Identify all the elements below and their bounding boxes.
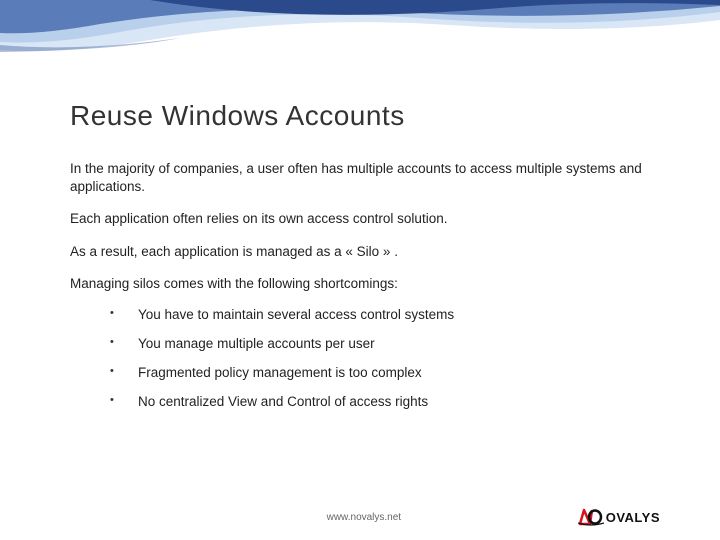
paragraph: Managing silos comes with the following … xyxy=(70,275,650,293)
logo-mark-icon xyxy=(578,508,604,526)
novalys-logo: OVALYS xyxy=(578,508,660,526)
slide-title: Reuse Windows Accounts xyxy=(70,100,650,132)
logo-text: OVALYS xyxy=(606,510,660,525)
paragraph: Each application often relies on its own… xyxy=(70,210,650,228)
bullet-item: No centralized View and Control of acces… xyxy=(110,394,650,409)
paragraph: In the majority of companies, a user oft… xyxy=(70,160,650,196)
bullet-list: You have to maintain several access cont… xyxy=(110,307,650,409)
bullet-item: You have to maintain several access cont… xyxy=(110,307,650,322)
slide-footer: www.novalys.net OVALYS xyxy=(0,508,720,526)
bullet-item: Fragmented policy management is too comp… xyxy=(110,365,650,380)
paragraph: As a result, each application is managed… xyxy=(70,243,650,261)
bullet-item: You manage multiple accounts per user xyxy=(110,336,650,351)
footer-url: www.novalys.net xyxy=(327,512,401,523)
slide-content: Reuse Windows Accounts In the majority o… xyxy=(0,0,720,409)
